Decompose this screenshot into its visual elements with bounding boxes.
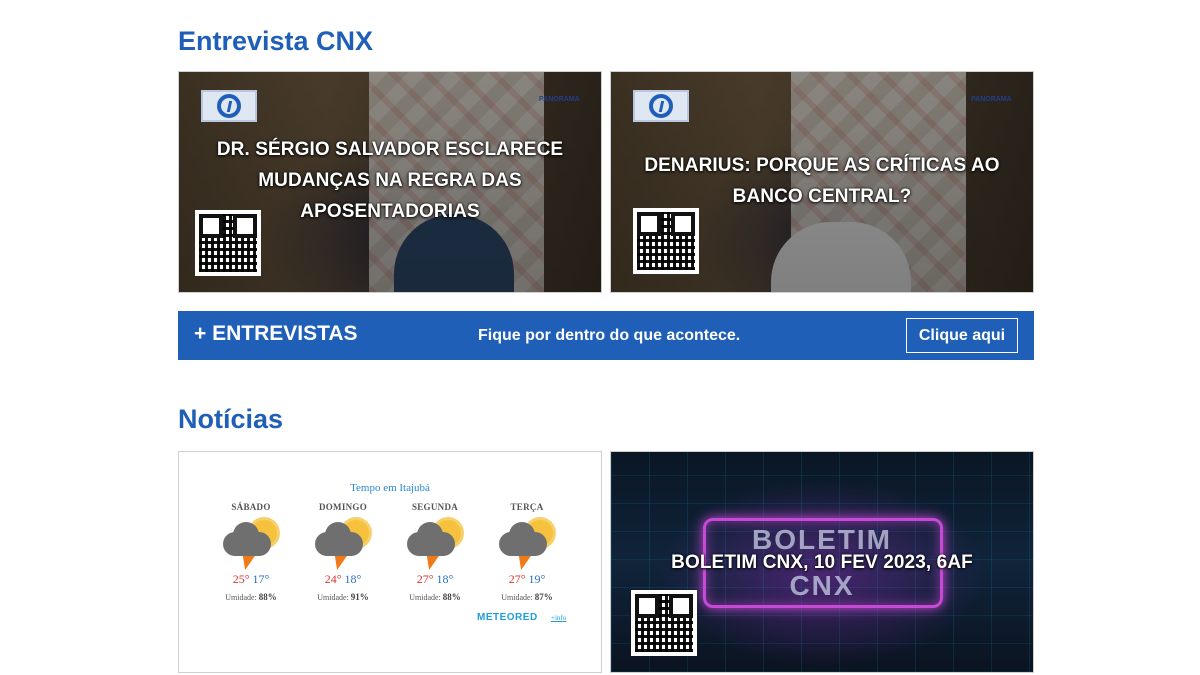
- weather-day-saturday: SÁBADO 25° 17° Umidade: 88%: [211, 502, 291, 602]
- storm-sun-icon: [407, 518, 463, 570]
- weather-title[interactable]: Tempo em Itajubá: [179, 482, 601, 494]
- interview-title-1[interactable]: DR. SÉRGIO SALVADOR ESCLARECE MUDANÇAS N…: [179, 134, 601, 227]
- temp-min: 18°: [436, 572, 454, 586]
- more-interviews-link[interactable]: + ENTREVISTAS: [194, 322, 358, 346]
- temp-max: 24°: [324, 572, 342, 586]
- storm-sun-icon: [223, 518, 279, 570]
- interviews-section-title: Entrevista CNX: [178, 26, 374, 56]
- temp-max: 27°: [416, 572, 434, 586]
- interview-title-2[interactable]: DENARIUS: PORQUE AS CRÍTICAS AO BANCO CE…: [611, 150, 1033, 212]
- temp-min: 19°: [528, 572, 546, 586]
- humidity-value: 88%: [442, 592, 461, 602]
- temp-min: 18°: [344, 572, 362, 586]
- interview-card-2[interactable]: PANORAMA DENARIUS: PORQUE AS CRÍTICAS AO…: [610, 71, 1034, 293]
- qr-code: [633, 208, 699, 274]
- panorama-logo: PANORAMA: [539, 96, 580, 103]
- boletim-title[interactable]: BOLETIM CNX, 10 FEV 2023, 6AF: [611, 547, 1033, 578]
- news-section-title: Notícias: [178, 404, 284, 434]
- temp-max: 25°: [232, 572, 250, 586]
- storm-sun-icon: [315, 518, 371, 570]
- more-interviews-banner: + ENTREVISTAS Fique por dentro do que ac…: [178, 311, 1034, 360]
- storm-sun-icon: [499, 518, 555, 570]
- temp-max: 27°: [508, 572, 526, 586]
- weather-day-monday: SEGUNDA 27° 18° Umidade: 88%: [395, 502, 475, 602]
- panorama-logo: PANORAMA: [971, 96, 1012, 103]
- banner-tagline: Fique por dentro do que acontece.: [478, 327, 741, 344]
- humidity-value: 88%: [258, 592, 277, 602]
- click-here-button[interactable]: Clique aqui: [906, 318, 1018, 353]
- channel-logo-icon: [633, 90, 689, 122]
- channel-logo-icon: [201, 90, 257, 122]
- humidity-value: 87%: [534, 592, 553, 602]
- temp-min: 17°: [252, 572, 270, 586]
- humidity-value: 91%: [350, 592, 369, 602]
- weather-widget: Tempo em Itajubá SÁBADO 25° 17° Umidade:…: [178, 451, 602, 673]
- qr-code: [631, 590, 697, 656]
- weather-day-tuesday: TERÇA 27° 19° Umidade: 87%: [487, 502, 567, 602]
- boletim-card[interactable]: BOLETIM CNX BOLETIM CNX, 10 FEV 2023, 6A…: [610, 451, 1034, 673]
- more-info-link[interactable]: +info: [551, 614, 566, 622]
- meteored-logo[interactable]: METEORED: [477, 612, 538, 623]
- weather-day-sunday: DOMINGO 24° 18° Umidade: 91%: [303, 502, 383, 602]
- interview-card-1[interactable]: PANORAMA DR. SÉRGIO SALVADOR ESCLARECE M…: [178, 71, 602, 293]
